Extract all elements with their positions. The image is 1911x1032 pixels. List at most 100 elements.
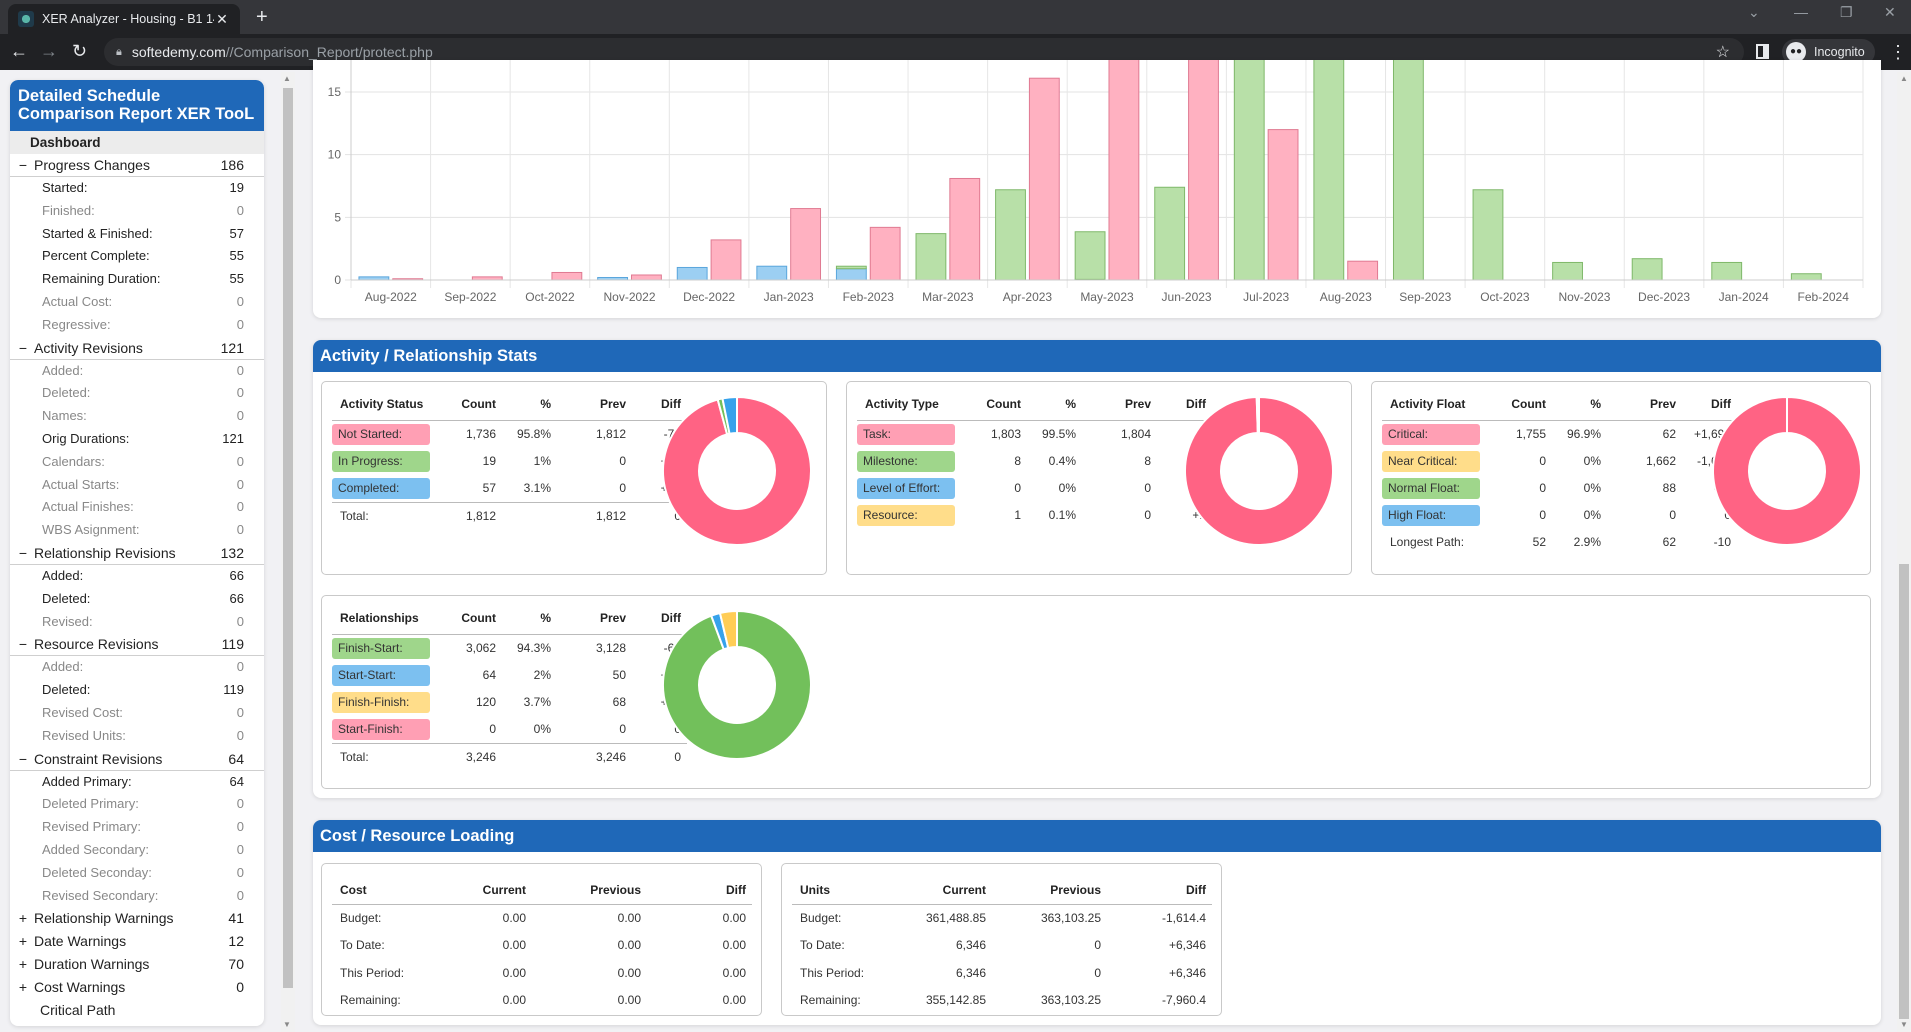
sidebar-item[interactable]: Regressive: 0	[10, 314, 264, 337]
bar-green[interactable]	[915, 233, 947, 281]
sidebar-item[interactable]: Calendars: 0	[10, 451, 264, 474]
sidebar-item[interactable]: Orig Durations: 121	[10, 428, 264, 451]
sidebar-item[interactable]: Added: 0	[10, 656, 264, 679]
sidebar-group[interactable]: + Cost Warnings 0	[10, 976, 264, 999]
sidebar-group[interactable]: − Relationship Revisions 132	[10, 542, 264, 565]
sidebar-item[interactable]: Actual Finishes: 0	[10, 496, 264, 519]
sidebar-item[interactable]: Percent Complete: 55	[10, 245, 264, 268]
sidebar-item[interactable]: Actual Starts: 0	[10, 474, 264, 497]
sidebar-item[interactable]: Remaining Duration: 55	[10, 268, 264, 291]
page-scrollbar[interactable]: ▲ ▼	[1897, 72, 1911, 1032]
sidebar-item[interactable]: Deleted: 66	[10, 588, 264, 611]
bookmark-star-icon[interactable]: ☆	[1716, 42, 1730, 62]
bar-pink[interactable]	[790, 208, 822, 281]
sidebar-item[interactable]: Added Secondary: 0	[10, 839, 264, 862]
sidebar-dashboard-link[interactable]: Dashboard	[10, 131, 264, 154]
scroll-up-icon[interactable]: ▲	[283, 74, 291, 83]
sidebar-item[interactable]: Deleted: 0	[10, 382, 264, 405]
sidebar-item[interactable]: Deleted: 119	[10, 679, 264, 702]
x-tick-label: Dec-2023	[1638, 290, 1690, 304]
sidebar-item[interactable]: Revised Primary: 0	[10, 816, 264, 839]
close-tab-icon[interactable]: ✕	[214, 11, 230, 28]
sidebar-item[interactable]: WBS Asignment: 0	[10, 519, 264, 542]
tab-search-icon[interactable]: ⌄	[1748, 4, 1760, 21]
browser-menu-icon[interactable]: ⋮	[1889, 42, 1907, 63]
sidebar-item-value: 0	[236, 659, 244, 675]
sidebar-item[interactable]: Revised Cost: 0	[10, 702, 264, 725]
expand-icon[interactable]: +	[16, 976, 30, 999]
sidebar-item[interactable]: Revised: 0	[10, 611, 264, 634]
bar-pink[interactable]	[710, 239, 742, 281]
bar-pink[interactable]	[869, 226, 901, 281]
bar-blue[interactable]	[676, 266, 708, 281]
bar-pink[interactable]	[1108, 60, 1140, 281]
bar-green[interactable]	[1313, 60, 1345, 281]
expand-icon[interactable]: +	[16, 907, 30, 930]
bar-green[interactable]	[1154, 186, 1186, 281]
bar-green[interactable]	[1472, 189, 1504, 281]
bar-blue[interactable]	[756, 265, 788, 281]
sidebar-item[interactable]: Deleted Seconday: 0	[10, 862, 264, 885]
bar-green[interactable]	[835, 265, 867, 270]
sidebar-group[interactable]: + Relationship Warnings 41	[10, 907, 264, 930]
bar-green[interactable]	[1790, 273, 1822, 281]
sidebar-item[interactable]: Finished: 0	[10, 200, 264, 223]
sidebar-scroll-thumb[interactable]	[283, 88, 293, 988]
bar-green[interactable]	[1074, 231, 1106, 280]
expand-icon[interactable]: +	[16, 953, 30, 976]
scroll-down-icon[interactable]: ▼	[283, 1020, 291, 1029]
reload-icon[interactable]: ↻	[72, 41, 87, 62]
bar-pink[interactable]	[551, 271, 583, 281]
browser-tab[interactable]: XER Analyzer - Housing - B1 142 ✕	[8, 4, 240, 34]
scroll-up-icon[interactable]: ▲	[1900, 74, 1908, 83]
collapse-icon[interactable]: −	[16, 542, 30, 564]
sidebar-group[interactable]: + Date Warnings 12	[10, 930, 264, 953]
collapse-icon[interactable]: −	[16, 154, 30, 176]
bar-green[interactable]	[1233, 60, 1265, 281]
sidebar-group[interactable]: − Constraint Revisions 64	[10, 748, 264, 771]
bar-green[interactable]	[1711, 261, 1743, 281]
timeline-chart-panel: 0 5 10 15 Aug-2022 Sep-2022 Oct-2022 Nov-2022 De…	[313, 60, 1881, 318]
bar-green[interactable]	[1392, 60, 1424, 281]
bar-green[interactable]	[995, 189, 1026, 281]
side-panel-icon[interactable]	[1756, 44, 1769, 59]
bar-pink[interactable]	[631, 274, 662, 281]
bar-pink[interactable]	[1347, 260, 1379, 281]
donut-slice[interactable]	[1712, 396, 1862, 546]
sidebar-item[interactable]: Actual Cost: 0	[10, 291, 264, 314]
sidebar-item[interactable]: Revised Units: 0	[10, 725, 264, 748]
bar-pink[interactable]	[1188, 60, 1219, 281]
sidebar-item[interactable]: Added: 66	[10, 565, 264, 588]
expand-icon[interactable]: +	[16, 930, 30, 953]
forward-icon[interactable]: →	[40, 41, 58, 62]
sidebar-critical-path-link[interactable]: Critical Path	[10, 999, 264, 1022]
sidebar-group[interactable]: + Duration Warnings 70	[10, 953, 264, 976]
collapse-icon[interactable]: −	[16, 748, 30, 770]
collapse-icon[interactable]: −	[16, 633, 30, 655]
sidebar-item[interactable]: Started & Finished: 57	[10, 223, 264, 246]
minimize-button[interactable]: —	[1794, 4, 1808, 20]
bar-pink[interactable]	[1028, 77, 1060, 281]
sidebar-item[interactable]: Deleted Primary: 0	[10, 793, 264, 816]
sidebar-group[interactable]: − Resource Revisions 119	[10, 633, 264, 657]
sidebar-item[interactable]: Added Primary: 64	[10, 771, 264, 794]
bar-green[interactable]	[1631, 258, 1663, 281]
sidebar-item[interactable]: Added: 0	[10, 360, 264, 383]
sidebar-item[interactable]: Names: 0	[10, 405, 264, 428]
bar-pink[interactable]	[949, 177, 981, 281]
bar-green[interactable]	[1552, 261, 1583, 281]
scroll-down-icon[interactable]: ▼	[1900, 1020, 1908, 1029]
close-window-button[interactable]: ✕	[1884, 4, 1896, 21]
sidebar-group[interactable]: − Progress Changes 186	[10, 154, 264, 177]
page-scroll-thumb[interactable]	[1899, 564, 1909, 1019]
bar-blue[interactable]	[835, 268, 867, 281]
back-icon[interactable]: ←	[10, 41, 28, 62]
new-tab-button[interactable]: +	[256, 6, 268, 29]
sidebar-item[interactable]: Revised Secondary: 0	[10, 885, 264, 908]
bar-pink[interactable]	[1267, 129, 1299, 281]
sidebar-item[interactable]: Started: 19	[10, 177, 264, 200]
sidebar-group[interactable]: − Activity Revisions 121	[10, 337, 264, 360]
sidebar-scrollbar[interactable]: ▲ ▼	[281, 72, 295, 1032]
restore-button[interactable]: ❐	[1840, 4, 1853, 21]
collapse-icon[interactable]: −	[16, 337, 30, 359]
